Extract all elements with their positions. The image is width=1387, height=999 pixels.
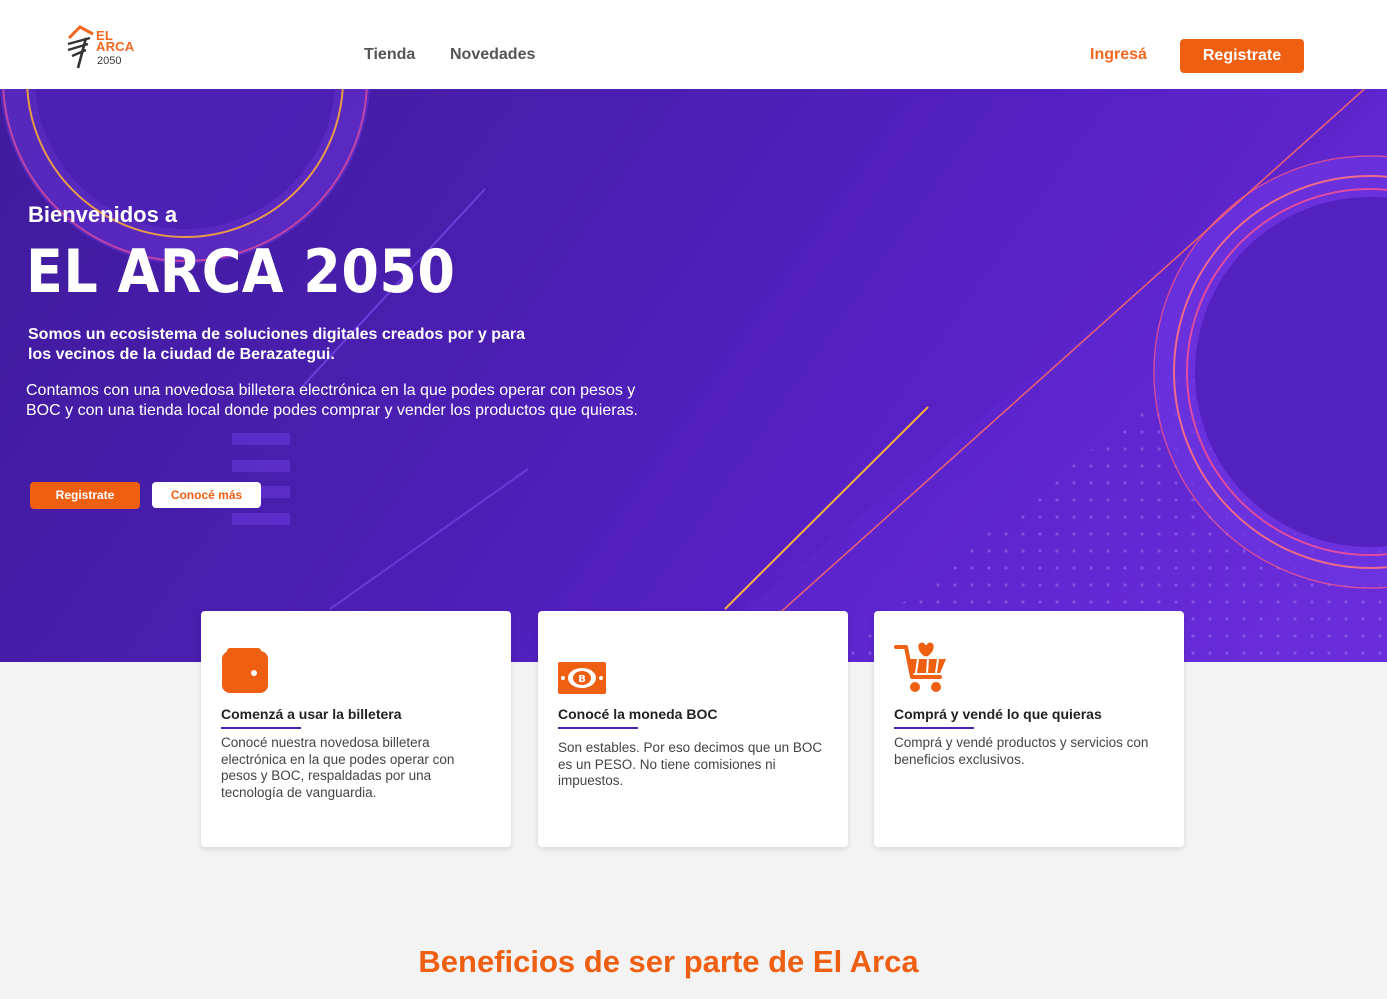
feature-card-boc: B Conocé la moneda BOC Son estables. Por…	[538, 611, 848, 847]
logo-line2: ARCA	[96, 39, 135, 54]
hero-register-button[interactable]: Registrate	[30, 482, 140, 509]
hero-banner: Bienvenidos a EL ARCA 2050 Somos un ecos…	[0, 89, 1387, 662]
svg-text:B: B	[578, 674, 586, 685]
card-text: Son estables. Por eso decimos que un BOC…	[558, 740, 823, 788]
cart-heart-icon	[894, 641, 946, 692]
card-title: Conocé la moneda BOC	[558, 706, 718, 722]
bill-icon: B	[558, 662, 606, 694]
nav-novedades-link[interactable]: Novedades	[450, 46, 535, 64]
site-header: EL ARCA 2050 Tienda Novedades Ingresá Re…	[0, 0, 1387, 89]
card-underline	[558, 727, 638, 729]
hero-title: EL ARCA 2050	[26, 237, 456, 307]
benefits-section-title: Beneficios de ser parte de El Arca	[418, 944, 919, 979]
hero-welcome: Bienvenidos a	[28, 202, 178, 227]
card-underline	[894, 727, 974, 729]
hero-description: Contamos con una novedosa billetera elec…	[26, 382, 638, 419]
site-logo[interactable]: EL ARCA 2050	[66, 24, 136, 70]
card-text: Conocé nuestra novedosa billetera electr…	[221, 735, 455, 800]
wallet-icon	[222, 648, 268, 693]
card-title: Comenzá a usar la billetera	[221, 706, 402, 722]
nav-tienda-link[interactable]: Tienda	[364, 46, 415, 64]
login-link[interactable]: Ingresá	[1090, 46, 1147, 64]
card-title: Comprá y vendé lo que quieras	[894, 706, 1102, 722]
feature-card-wallet: Comenzá a usar la billetera Conocé nuest…	[201, 611, 511, 847]
logo-year: 2050	[97, 55, 122, 67]
card-text: Comprá y vendé productos y servicios con…	[894, 735, 1149, 767]
hero-learn-more-button[interactable]: Conocé más	[152, 482, 261, 508]
header-register-button[interactable]: Registrate	[1180, 39, 1304, 73]
hero-subtitle: Somos un ecosistema de soluciones digita…	[28, 326, 526, 363]
feature-card-shop: Comprá y vendé lo que quieras Comprá y v…	[874, 611, 1184, 847]
card-underline	[221, 727, 301, 729]
hero-background-decoration	[0, 89, 1387, 662]
logo-ark-icon	[67, 25, 94, 69]
